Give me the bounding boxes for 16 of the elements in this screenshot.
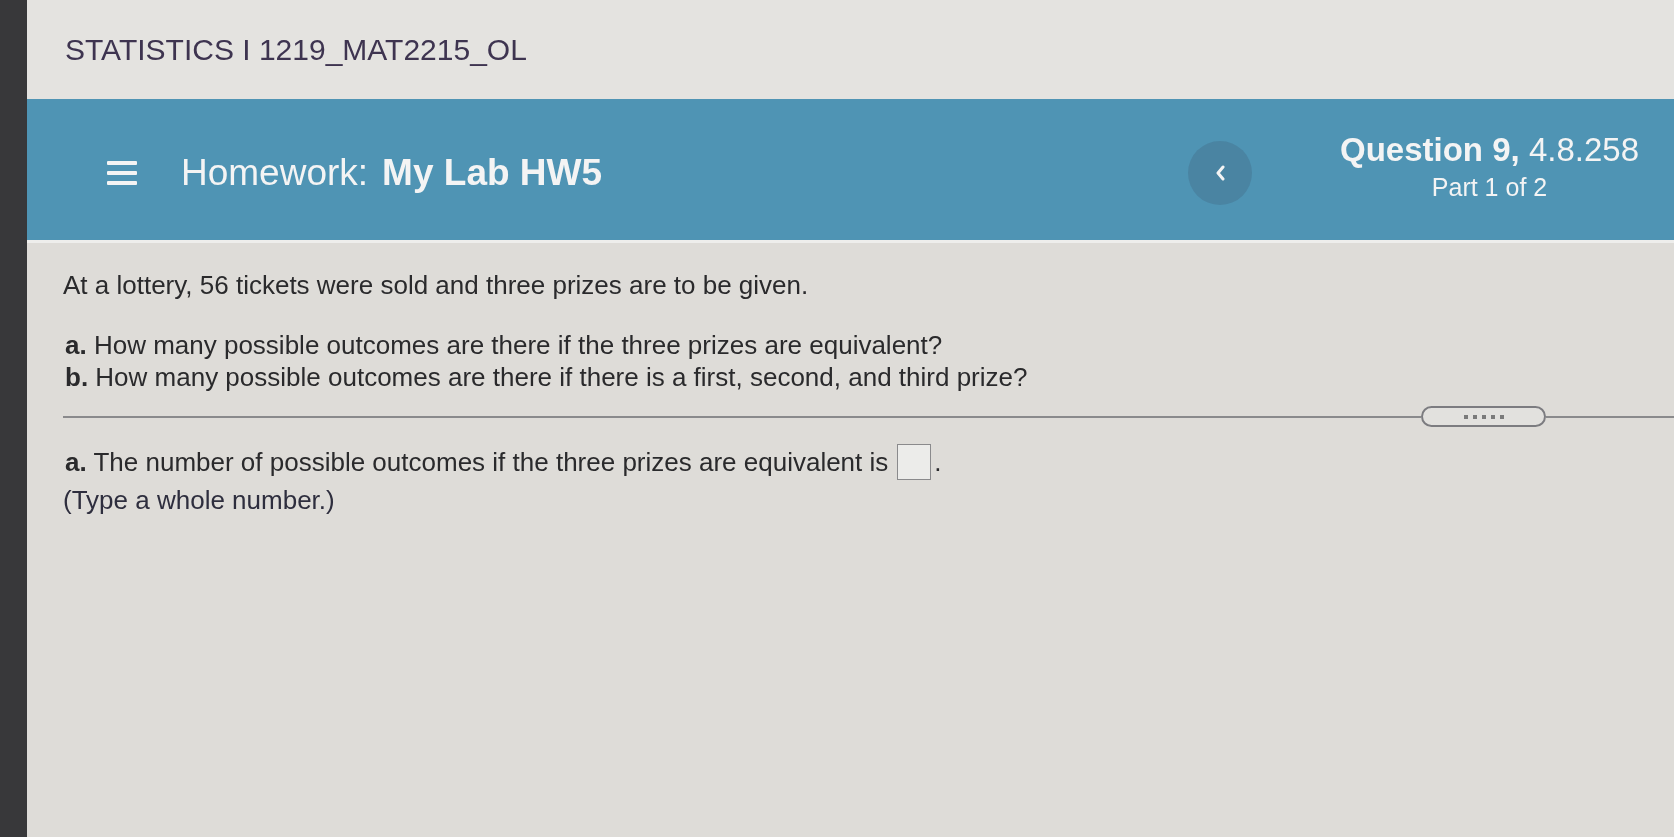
expand-button[interactable] bbox=[1421, 406, 1546, 427]
answer-hint: (Type a whole number.) bbox=[63, 485, 336, 515]
assignment-label: Homework: bbox=[181, 151, 369, 194]
part-counter: Part 1 of 2 bbox=[1431, 173, 1548, 202]
answer-period: . bbox=[934, 447, 942, 477]
question-number: Question 9, 4.8.258 bbox=[1340, 131, 1639, 169]
chevron-left-icon bbox=[1215, 164, 1225, 181]
dots-icon bbox=[1463, 414, 1504, 419]
menu-icon[interactable] bbox=[107, 160, 137, 185]
answer-prompt: a. The number of possible outcomes if the three prizes are equivalent is bbox=[65, 447, 889, 477]
question-text: At a lottery, 56 tickets were sold and three prizes are to be given. bbox=[63, 270, 810, 300]
question-part: b. How many possible outcomes are there if there is a first, second, and third prize? bbox=[65, 362, 1029, 392]
assignment-name: My Lab HW5 bbox=[382, 151, 603, 194]
course-title: STATISTICS I 1219_MAT2215_OL bbox=[65, 32, 527, 67]
answer-box[interactable] bbox=[897, 444, 932, 480]
question-part: a. How many possible outcomes are there if the three prizes are equivalent? bbox=[65, 330, 944, 360]
